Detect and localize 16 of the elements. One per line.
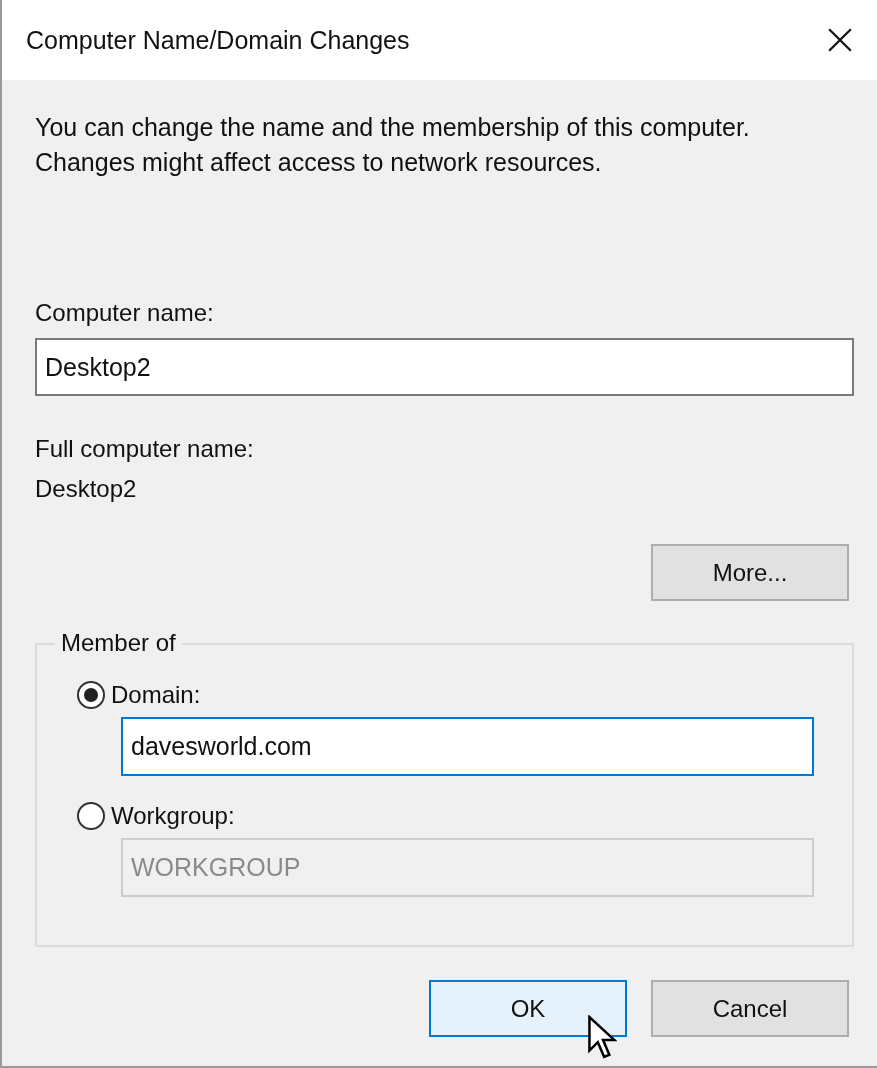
close-icon[interactable]	[827, 27, 853, 53]
computer-name-field[interactable]: Desktop2	[35, 338, 854, 396]
window-title: Computer Name/Domain Changes	[26, 25, 410, 55]
description-text: You can change the name and the membership of this computer. Changes might affect access to network resources.	[35, 112, 751, 178]
full-computer-name-label: Full computer name:	[35, 434, 255, 464]
input-field[interactable]: davesworld.com	[121, 717, 814, 776]
dialog-button[interactable]: OK	[429, 980, 627, 1037]
radio-label[interactable]: Workgroup:	[111, 802, 235, 830]
radio-button[interactable]	[77, 802, 105, 830]
mouse-pointer-icon	[587, 1015, 617, 1061]
dialog-button[interactable]: Cancel	[651, 980, 849, 1037]
more-button[interactable]: More...	[651, 544, 849, 601]
radio-label[interactable]: Domain:	[111, 681, 201, 709]
full-computer-name-value: Desktop2	[35, 474, 138, 504]
computer-name-label: Computer name:	[35, 298, 215, 328]
radio-button[interactable]	[77, 681, 105, 709]
